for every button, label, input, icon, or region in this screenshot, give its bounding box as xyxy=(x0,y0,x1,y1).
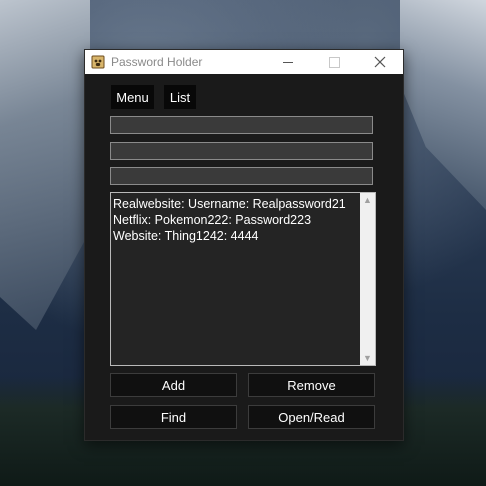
website-input[interactable] xyxy=(111,118,372,134)
maximize-button[interactable] xyxy=(311,50,357,74)
minimize-icon xyxy=(283,61,293,63)
username-field[interactable] xyxy=(110,142,373,160)
website-field[interactable] xyxy=(110,116,373,134)
scroll-up-arrow-icon[interactable]: ▲ xyxy=(360,193,375,207)
find-button[interactable]: Find xyxy=(110,405,237,429)
password-input[interactable] xyxy=(111,169,372,185)
username-input[interactable] xyxy=(111,144,372,160)
minimize-button[interactable] xyxy=(265,50,311,74)
scroll-down-arrow-icon[interactable]: ▼ xyxy=(360,351,375,365)
menu-button[interactable]: Menu xyxy=(111,85,154,109)
title-bar[interactable]: Password Holder xyxy=(85,50,403,74)
password-list[interactable]: Realwebsite: Username: Realpassword21 Ne… xyxy=(110,192,376,366)
window-title: Password Holder xyxy=(111,55,203,69)
open-read-button[interactable]: Open/Read xyxy=(248,405,375,429)
list-item[interactable]: Website: Thing1242: 4444 xyxy=(113,228,359,244)
password-holder-window: Password Holder Menu List Realwebsite: U… xyxy=(84,49,404,441)
vertical-scrollbar[interactable]: ▲ ▼ xyxy=(360,193,375,365)
add-button[interactable]: Add xyxy=(110,373,237,397)
mountain-left xyxy=(0,0,90,330)
close-button[interactable] xyxy=(357,50,403,74)
list-item[interactable]: Realwebsite: Username: Realpassword21 xyxy=(113,196,359,212)
list-item[interactable]: Netflix: Pokemon222: Password223 xyxy=(113,212,359,228)
pawprint-notebook-icon xyxy=(91,55,105,69)
list-button[interactable]: List xyxy=(164,85,196,109)
remove-button[interactable]: Remove xyxy=(248,373,375,397)
password-field[interactable] xyxy=(110,167,373,185)
maximize-icon xyxy=(328,56,340,68)
close-icon xyxy=(374,56,386,68)
mountain-right xyxy=(400,0,486,210)
password-list-content: Realwebsite: Username: Realpassword21 Ne… xyxy=(113,196,359,244)
